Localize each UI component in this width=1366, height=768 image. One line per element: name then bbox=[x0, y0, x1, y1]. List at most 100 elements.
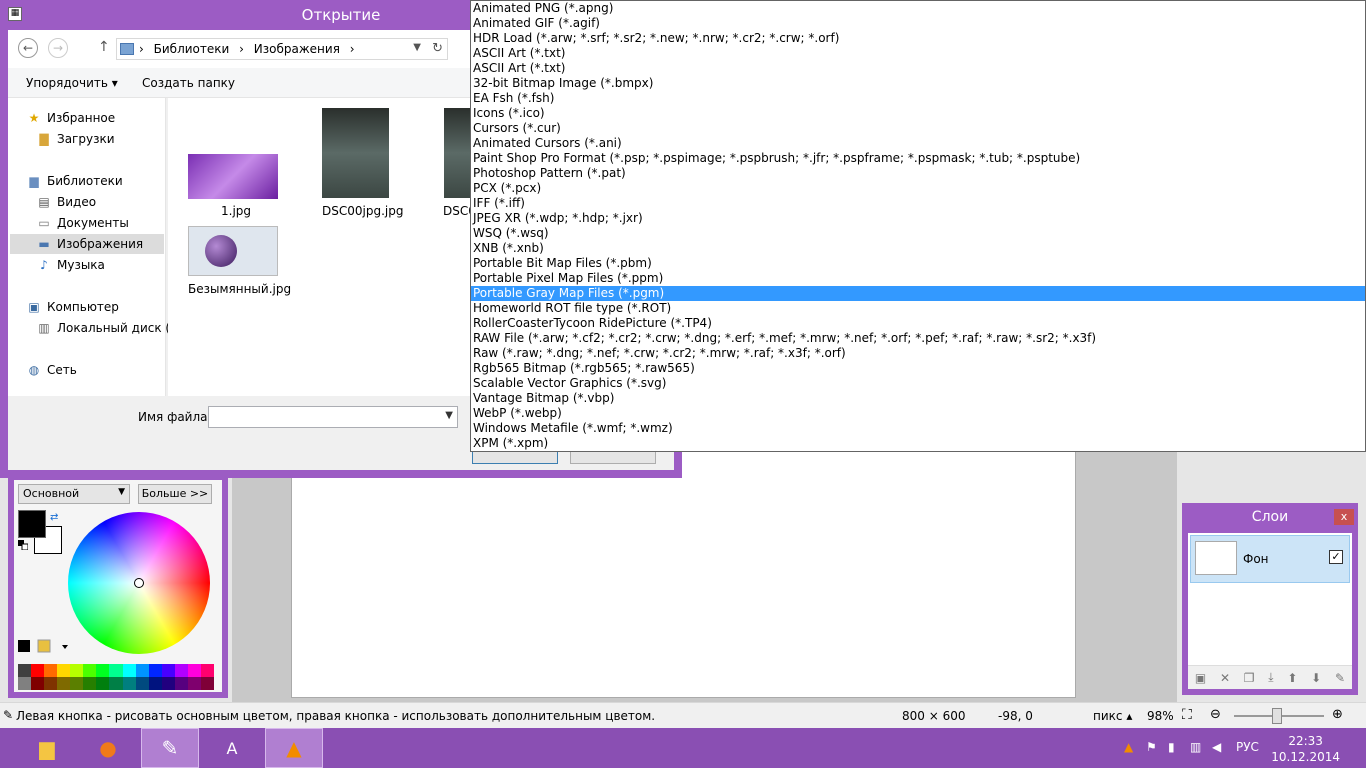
palette-swatch[interactable] bbox=[57, 664, 71, 677]
file-type-option[interactable]: ASCII Art (*.txt) bbox=[471, 46, 1365, 61]
file-type-option[interactable]: Animated GIF (*.agif) bbox=[471, 16, 1365, 31]
file-type-option[interactable]: Raw (*.raw; *.dng; *.nef; *.crw; *.cr2; … bbox=[471, 346, 1365, 361]
palette-swatch[interactable] bbox=[109, 677, 123, 690]
swap-colors-icon[interactable]: ⇄ bbox=[50, 512, 58, 523]
palette-swatch[interactable] bbox=[135, 664, 149, 677]
refresh-icon[interactable]: ↻ bbox=[432, 41, 443, 56]
palette-row-top[interactable] bbox=[18, 664, 214, 677]
palette-row-bottom[interactable] bbox=[18, 677, 214, 690]
reset-colors-icon[interactable] bbox=[18, 540, 28, 550]
zoom-level[interactable]: 98% bbox=[1147, 709, 1174, 723]
nav-music[interactable]: ♪ Музыка bbox=[36, 255, 105, 275]
palette-swatch[interactable] bbox=[148, 677, 162, 690]
palette-swatch[interactable] bbox=[31, 664, 45, 677]
palette-swatch[interactable] bbox=[44, 677, 58, 690]
file-thumbnail[interactable] bbox=[322, 108, 389, 198]
nav-favorites[interactable]: ★ Избранное bbox=[26, 108, 116, 128]
palette-swatch[interactable] bbox=[174, 677, 188, 690]
palette-swatch[interactable] bbox=[122, 677, 136, 690]
nav-network[interactable]: ◍ Сеть bbox=[26, 360, 77, 380]
vlc-tray-icon[interactable]: ▲ bbox=[1124, 740, 1133, 754]
file-type-option[interactable]: Vantage Bitmap (*.vbp) bbox=[471, 391, 1365, 406]
file-type-option[interactable]: Cursors (*.cur) bbox=[471, 121, 1365, 136]
nav-video[interactable]: ▤ Видео bbox=[36, 192, 96, 212]
file-type-option[interactable]: Animated PNG (*.apng) bbox=[471, 1, 1365, 16]
add-layer-icon[interactable]: ▣ bbox=[1195, 671, 1206, 685]
vlc-taskbar-button[interactable]: ▲ bbox=[265, 728, 323, 768]
unit-selector[interactable]: пикс ▴ bbox=[1093, 709, 1132, 723]
file-type-option[interactable]: IFF (*.iff) bbox=[471, 196, 1365, 211]
palette-swatch[interactable] bbox=[83, 664, 97, 677]
file-type-option[interactable]: Icons (*.ico) bbox=[471, 106, 1365, 121]
palette-swatch[interactable] bbox=[200, 664, 214, 677]
nav-computer[interactable]: ▣ Компьютер bbox=[26, 297, 119, 317]
merge-layer-icon[interactable]: ⤓ bbox=[1268, 670, 1273, 685]
zoom-out-icon[interactable]: ⊖ bbox=[1210, 707, 1221, 722]
fit-window-icon[interactable]: ⛶ bbox=[1182, 707, 1192, 723]
color-palette[interactable] bbox=[18, 664, 214, 690]
up-button[interactable]: ↑ bbox=[98, 39, 110, 55]
zoom-in-icon[interactable]: ⊕ bbox=[1332, 707, 1343, 722]
file-type-option[interactable]: HDR Load (*.arw; *.srf; *.sr2; *.new; *.… bbox=[471, 31, 1365, 46]
color-wheel-cursor[interactable] bbox=[134, 578, 144, 588]
file-type-option[interactable]: WSQ (*.wsq) bbox=[471, 226, 1365, 241]
file-type-option[interactable]: ASCII Art (*.txt) bbox=[471, 61, 1365, 76]
file-type-option[interactable]: Windows Metafile (*.wmf; *.wmz) bbox=[471, 421, 1365, 436]
palette-swatch[interactable] bbox=[18, 677, 32, 690]
organize-button[interactable]: Упорядочить ▾ bbox=[26, 76, 118, 90]
power-icon[interactable]: ▮ bbox=[1168, 740, 1175, 754]
address-bar[interactable]: › Библиотеки › Изображения › ▼ ↻ bbox=[116, 38, 448, 60]
palette-swatch[interactable] bbox=[174, 664, 188, 677]
layer-row[interactable]: Фон ✓ bbox=[1190, 535, 1350, 583]
file-type-option[interactable]: JPEG XR (*.wdp; *.hdp; *.jxr) bbox=[471, 211, 1365, 226]
file-type-option[interactable]: Rgb565 Bitmap (*.rgb565; *.raw565) bbox=[471, 361, 1365, 376]
palette-swatch[interactable] bbox=[161, 664, 175, 677]
file-type-option[interactable]: Homeworld ROT file type (*.ROT) bbox=[471, 301, 1365, 316]
network-tray-icon[interactable]: ▥ bbox=[1190, 740, 1201, 754]
file-name[interactable]: DSC00jpg.jpg bbox=[322, 204, 403, 218]
palette-swatch[interactable] bbox=[83, 677, 97, 690]
delete-layer-icon[interactable]: ✕ bbox=[1220, 671, 1230, 685]
chevron-down-icon[interactable]: ▼ bbox=[445, 410, 453, 421]
palette-swatch[interactable] bbox=[161, 677, 175, 690]
palette-swatch[interactable] bbox=[96, 677, 110, 690]
explorer-taskbar-button[interactable]: ▆ bbox=[18, 728, 76, 768]
more-colors-button[interactable]: Больше >> bbox=[138, 484, 212, 504]
palette-swatch[interactable] bbox=[200, 677, 214, 690]
file-type-option[interactable]: Portable Pixel Map Files (*.ppm) bbox=[471, 271, 1365, 286]
color-mode-select[interactable]: Основной ▼ bbox=[18, 484, 130, 504]
file-type-option[interactable]: Paint Shop Pro Format (*.psp; *.pspimage… bbox=[471, 151, 1365, 166]
nav-local-disk[interactable]: ▥ Локальный диск (C bbox=[36, 318, 178, 338]
breadcrumb-pictures[interactable]: Изображения bbox=[254, 42, 340, 56]
file-type-option[interactable]: Portable Gray Map Files (*.pgm) bbox=[471, 286, 1365, 301]
file-type-option[interactable]: PCX (*.pcx) bbox=[471, 181, 1365, 196]
file-type-option[interactable]: XNB (*.xnb) bbox=[471, 241, 1365, 256]
file-type-option[interactable]: Animated Cursors (*.ani) bbox=[471, 136, 1365, 151]
flag-icon[interactable]: ⚑ bbox=[1146, 740, 1157, 754]
move-layer-down-icon[interactable]: ⬇ bbox=[1311, 671, 1321, 685]
palette-swatch[interactable] bbox=[18, 664, 32, 677]
palette-swatch[interactable] bbox=[31, 677, 45, 690]
layer-properties-icon[interactable]: ✎ bbox=[1335, 671, 1345, 685]
palette-swatch[interactable] bbox=[187, 677, 201, 690]
palette-swatch[interactable] bbox=[148, 664, 162, 677]
file-type-option[interactable]: Photoshop Pattern (*.pat) bbox=[471, 166, 1365, 181]
primary-color-swatch[interactable] bbox=[18, 510, 46, 538]
file-type-option[interactable]: RollerCoasterTycoon RidePicture (*.TP4) bbox=[471, 316, 1365, 331]
palette-swatch[interactable] bbox=[57, 677, 71, 690]
file-type-option[interactable]: 32-bit Bitmap Image (*.bmpx) bbox=[471, 76, 1365, 91]
paintnet-taskbar-button[interactable]: ✎ bbox=[141, 728, 199, 768]
volume-icon[interactable]: ◀ bbox=[1212, 740, 1221, 754]
file-name[interactable]: 1.jpg bbox=[221, 204, 251, 218]
firefox-taskbar-button[interactable]: ● bbox=[79, 728, 137, 768]
palette-swatch[interactable] bbox=[70, 677, 84, 690]
back-button[interactable]: ← bbox=[18, 38, 38, 58]
file-thumbnail[interactable] bbox=[188, 226, 278, 276]
chevron-down-icon[interactable]: ▼ bbox=[413, 42, 421, 53]
filename-input[interactable]: ▼ bbox=[208, 406, 458, 428]
palette-swatch[interactable] bbox=[135, 677, 149, 690]
file-type-option[interactable]: RAW File (*.arw; *.cf2; *.cr2; *.crw; *.… bbox=[471, 331, 1365, 346]
nav-pictures[interactable]: ▬ Изображения bbox=[10, 234, 164, 254]
layer-visibility-checkbox[interactable]: ✓ bbox=[1329, 550, 1343, 564]
file-type-option[interactable]: Scalable Vector Graphics (*.svg) bbox=[471, 376, 1365, 391]
